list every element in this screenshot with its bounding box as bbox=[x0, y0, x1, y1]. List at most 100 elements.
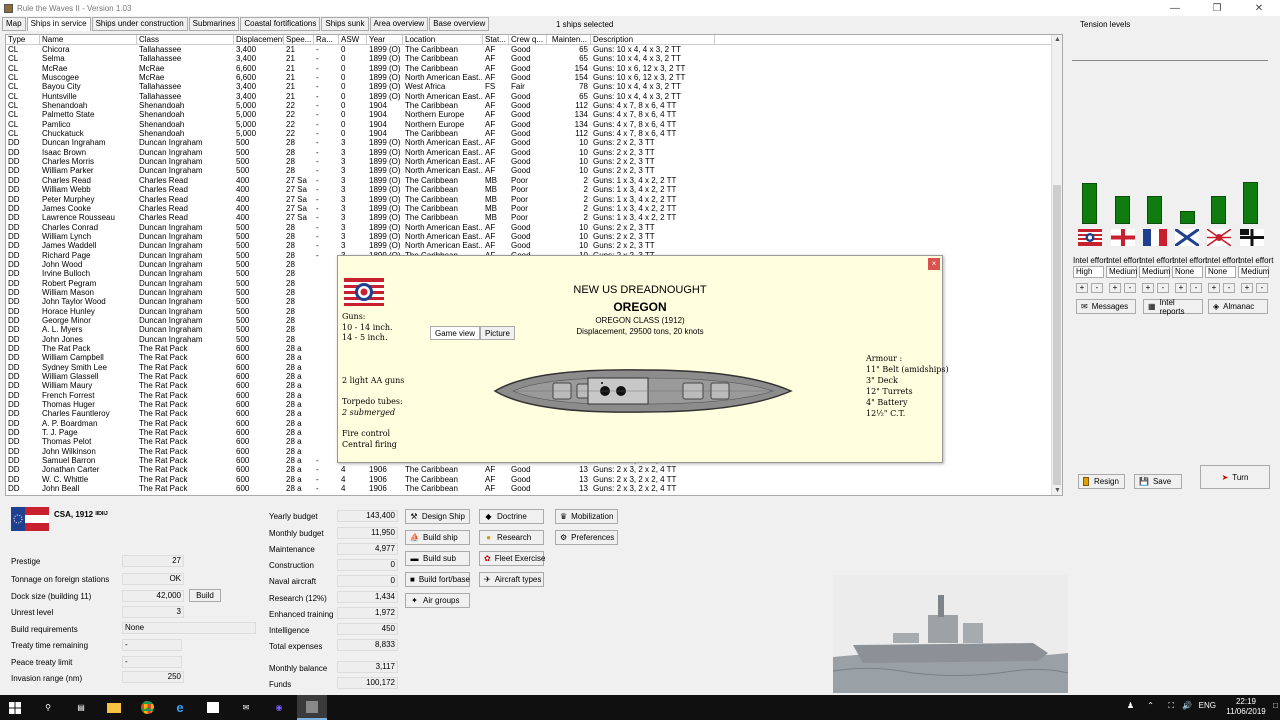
close-icon[interactable]: ✕ bbox=[1238, 0, 1280, 16]
column-header[interactable]: ASW bbox=[339, 35, 367, 45]
table-row[interactable]: DD Charles Read Charles Read 400 27 Sa - 3 1899… bbox=[6, 176, 1062, 185]
intel-plus-button[interactable]: + bbox=[1241, 283, 1253, 293]
dialog-close-button[interactable]: × bbox=[928, 258, 940, 270]
column-header[interactable]: Type bbox=[6, 35, 40, 45]
table-row[interactable]: DD James Cooke Charles Read 400 27 Sa - 3 1899 … bbox=[6, 204, 1062, 213]
column-header[interactable]: Ra... bbox=[314, 35, 339, 45]
save-button[interactable]: 💾 Save bbox=[1134, 474, 1182, 489]
intel-minus-button[interactable]: - bbox=[1223, 283, 1235, 293]
windows-start-icon[interactable] bbox=[0, 695, 30, 720]
picture-button[interactable]: Picture bbox=[480, 326, 515, 340]
table-row[interactable]: DD Duncan Ingraham Duncan Ingraham 500 28 - 3 1… bbox=[6, 138, 1062, 147]
intel-plus-button[interactable]: + bbox=[1142, 283, 1154, 293]
tab-map[interactable]: Map bbox=[2, 17, 26, 31]
intel-plus-button[interactable]: + bbox=[1175, 283, 1187, 293]
intel-minus-button[interactable]: - bbox=[1190, 283, 1202, 293]
table-row[interactable]: CL Bayou City Tallahassee 3,400 21 - 0 1899 (O)… bbox=[6, 82, 1062, 91]
air-groups-button[interactable]: ✦ Air groups bbox=[405, 593, 470, 608]
build-ship-button[interactable]: ⛵ Build ship bbox=[405, 530, 470, 545]
table-row[interactable]: DD Charles Morris Duncan Ingraham 500 28 - 3 18… bbox=[6, 157, 1062, 166]
table-row[interactable]: DD Peter Murphey Charles Read 400 27 Sa - 3 189… bbox=[6, 195, 1062, 204]
table-scrollbar[interactable]: ▲ ▼ bbox=[1051, 35, 1062, 495]
table-row[interactable]: CL Chicora Tallahassee 3,400 21 - 0 1899 (O) The… bbox=[6, 45, 1062, 54]
column-header[interactable]: Class bbox=[137, 35, 234, 45]
table-row[interactable]: CL McRae McRae 6,600 21 - 0 1899 (O) The Caribbe… bbox=[6, 64, 1062, 73]
volume-icon[interactable]: 🔊 bbox=[1182, 701, 1192, 711]
table-row[interactable]: DD William Webb Charles Read 400 27 Sa - 3 1899… bbox=[6, 185, 1062, 194]
build-dock-button[interactable]: Build bbox=[189, 589, 221, 602]
table-row[interactable]: CL Palmetto State Shenandoah 5,000 22 - 0 1904 N… bbox=[6, 110, 1062, 119]
almanac-button[interactable]: ◈ Almanac bbox=[1208, 299, 1268, 314]
table-row[interactable]: DD James Waddell Duncan Ingraham 500 28 - 3 189… bbox=[6, 241, 1062, 250]
messages-button[interactable]: ✉ Messages bbox=[1076, 299, 1136, 314]
column-header[interactable]: Name bbox=[40, 35, 137, 45]
table-row[interactable]: CL Pamlico Shenandoah 5,000 22 - 0 1904 Northern… bbox=[6, 120, 1062, 129]
column-header[interactable]: Spee... bbox=[284, 35, 314, 45]
column-header[interactable]: Year bbox=[367, 35, 403, 45]
mail-icon[interactable]: ✉ bbox=[231, 695, 261, 720]
build-sub-button[interactable]: ▬ Build sub bbox=[405, 551, 470, 566]
preferences-button[interactable]: ⚙ Preferences bbox=[555, 530, 618, 545]
intel-effort-france[interactable]: Medium bbox=[1139, 266, 1170, 278]
game-view-button[interactable]: Game view bbox=[430, 326, 481, 340]
mobilization-button[interactable]: ♛ Mobilization bbox=[555, 509, 618, 524]
tab-base-overview[interactable]: Base overview bbox=[429, 17, 490, 31]
fleet-exercise-button[interactable]: ✿ Fleet Exercise bbox=[479, 551, 545, 566]
table-row[interactable]: DD William Lynch Duncan Ingraham 500 28 - 3 189… bbox=[6, 232, 1062, 241]
table-row[interactable]: DD Jonathan Carter The Rat Pack 600 28 a - 4 19… bbox=[6, 465, 1062, 474]
table-row[interactable]: CL Shenandoah Shenandoah 5,000 22 - 0 1904 The C… bbox=[6, 101, 1062, 110]
scroll-up-icon[interactable]: ▲ bbox=[1052, 36, 1062, 43]
scroll-down-icon[interactable]: ▼ bbox=[1052, 487, 1062, 494]
table-row[interactable]: DD John Beall The Rat Pack 600 28 a - 4 1906 The… bbox=[6, 484, 1062, 493]
table-row[interactable]: CL Huntsville Tallahassee 3,400 21 - 0 1899 (O)… bbox=[6, 92, 1062, 101]
tab-submarines[interactable]: Submarines bbox=[188, 17, 240, 31]
intel-effort-csa[interactable]: High bbox=[1073, 266, 1104, 278]
store-icon[interactable] bbox=[198, 695, 228, 720]
table-row[interactable]: DD Lawrence Rousseau Charles Read 400 27 Sa -… bbox=[6, 213, 1062, 222]
intel-reports-button[interactable]: ▦ Intel reports bbox=[1143, 298, 1203, 316]
table-row[interactable]: CL Muscogee McRae 6,600 21 - 0 1899 (O) North Am… bbox=[6, 73, 1062, 82]
intel-effort-uk[interactable]: Medium bbox=[1106, 266, 1137, 278]
research-button[interactable]: ● Research bbox=[479, 530, 544, 545]
tab-ships-sunk[interactable]: Ships sunk bbox=[321, 17, 369, 31]
rtw2-taskbar-icon[interactable] bbox=[297, 695, 327, 720]
table-row[interactable]: DD William Parker Duncan Ingraham 500 28 - 3 18… bbox=[6, 166, 1062, 175]
column-header[interactable]: Mainten... bbox=[547, 35, 591, 45]
column-header[interactable]: Displacement bbox=[234, 35, 284, 45]
people-icon[interactable]: ♟ bbox=[1127, 701, 1134, 711]
task-view-icon[interactable]: ▤ bbox=[66, 695, 96, 720]
intel-plus-button[interactable]: + bbox=[1076, 283, 1088, 293]
app-pin-icon[interactable]: ◉ bbox=[264, 695, 294, 720]
intel-minus-button[interactable]: - bbox=[1256, 283, 1268, 293]
intel-plus-button[interactable]: + bbox=[1208, 283, 1220, 293]
column-header[interactable]: Stat... bbox=[483, 35, 509, 45]
doctrine-button[interactable]: ◆ Doctrine bbox=[479, 509, 544, 524]
resign-button[interactable]: Resign bbox=[1078, 474, 1125, 489]
intel-effort-russia[interactable]: None bbox=[1172, 266, 1203, 278]
scroll-thumb[interactable] bbox=[1053, 185, 1061, 485]
tab-ships-under-construction[interactable]: Ships under construction bbox=[91, 17, 188, 31]
table-row[interactable]: DD Isaac Brown Duncan Ingraham 500 28 - 3 1899 … bbox=[6, 148, 1062, 157]
aircraft-types-button[interactable]: ✈ Aircraft types bbox=[479, 572, 544, 587]
intel-effort-germany[interactable]: Medium bbox=[1238, 266, 1269, 278]
minimize-icon[interactable]: — bbox=[1154, 0, 1196, 16]
file-explorer-icon[interactable] bbox=[99, 695, 129, 720]
clock-time[interactable]: 22:19 bbox=[1226, 697, 1266, 707]
tab-ships-in-service[interactable]: Ships in service bbox=[26, 17, 91, 31]
network-icon[interactable]: ⛶ bbox=[1168, 701, 1174, 711]
column-header[interactable]: Crew q... bbox=[509, 35, 547, 45]
language-indicator[interactable]: ENG bbox=[1199, 701, 1216, 711]
intel-plus-button[interactable]: + bbox=[1109, 283, 1121, 293]
table-row[interactable]: CL Chuckatuck Shenandoah 5,000 22 - 0 1904 The C… bbox=[6, 129, 1062, 138]
intel-effort-japan[interactable]: None bbox=[1205, 266, 1236, 278]
design-ship-button[interactable]: ⚒ Design Ship bbox=[405, 509, 470, 524]
tab-coastal-fortifications[interactable]: Coastal fortifications bbox=[240, 17, 321, 31]
build-fort-button[interactable]: ■ Build fort/base bbox=[405, 572, 470, 587]
column-header[interactable]: Location bbox=[403, 35, 483, 45]
intel-minus-button[interactable]: - bbox=[1124, 283, 1136, 293]
table-row[interactable]: DD W. C. Whittle The Rat Pack 600 28 a - 4 1906… bbox=[6, 475, 1062, 484]
table-row[interactable]: DD Charles Conrad Duncan Ingraham 500 28 - 3 18… bbox=[6, 223, 1062, 232]
edge-icon[interactable]: e bbox=[165, 695, 195, 720]
tab-area-overview[interactable]: Area overview bbox=[369, 17, 429, 31]
notification-icon[interactable]: □ bbox=[1273, 701, 1278, 711]
